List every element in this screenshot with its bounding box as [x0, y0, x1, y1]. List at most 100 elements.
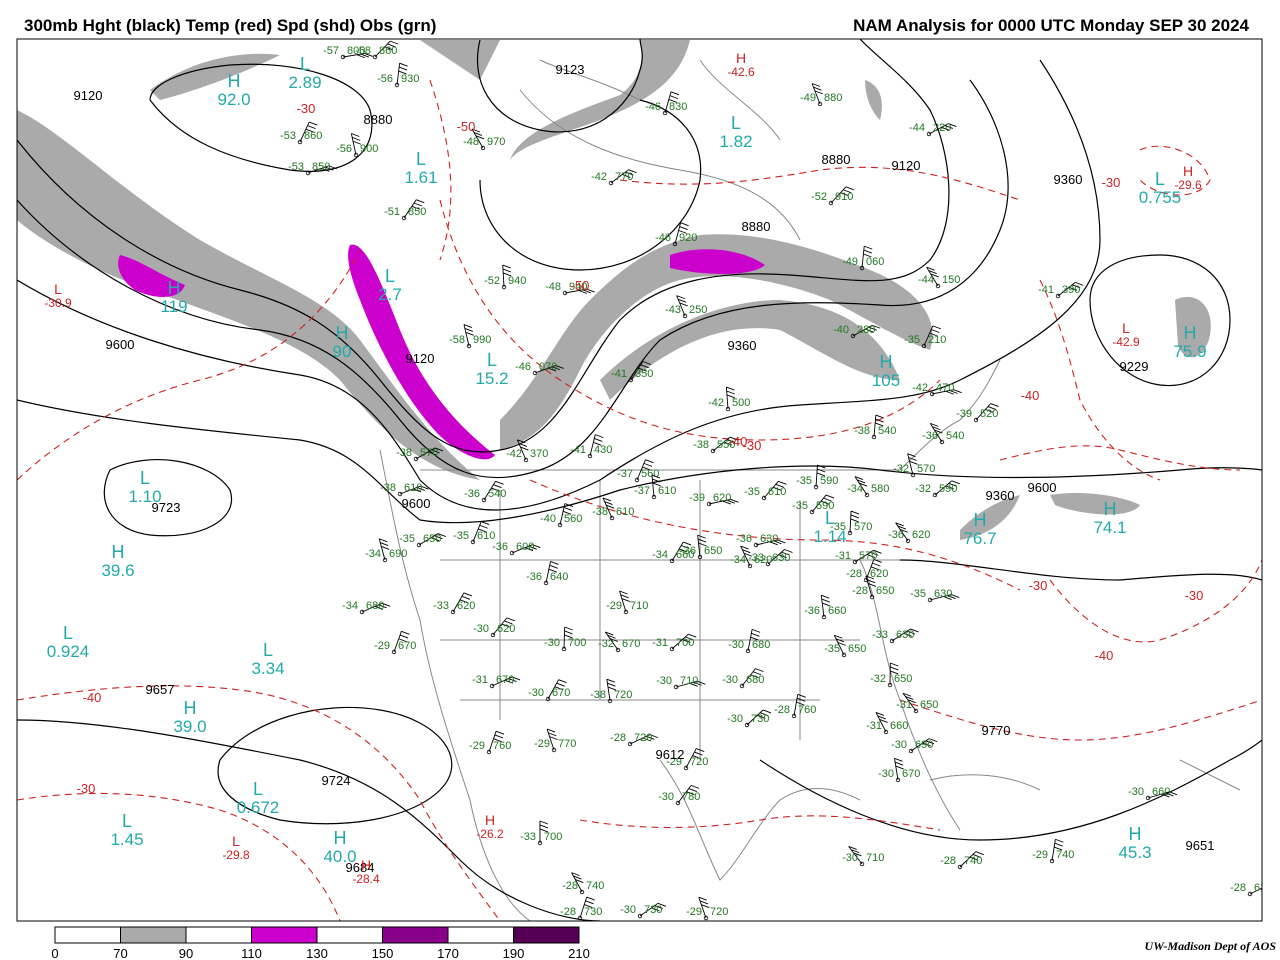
legend-swatch: [382, 926, 449, 944]
height-contour-label: 8880: [364, 112, 393, 127]
temperature-center-letter: L: [232, 833, 240, 849]
station-height: 920: [679, 232, 697, 244]
station-temperature: -30: [528, 687, 544, 699]
station-temperature: -29: [686, 906, 702, 918]
station-temperature: -30: [878, 768, 894, 780]
station-height: 710: [866, 852, 884, 864]
station-height: 630: [934, 588, 952, 600]
speed-center-value: 119: [160, 297, 187, 316]
station-height: 690: [389, 548, 407, 560]
station-temperature: -35: [910, 588, 926, 600]
station-temperature: -33: [520, 831, 536, 843]
speed-center-letter: L: [263, 640, 273, 660]
station-temperature: -29: [469, 740, 485, 752]
station-height: 670: [902, 768, 920, 780]
legend-tick-label: 110: [241, 946, 262, 960]
height-contour-label: 9600: [1028, 480, 1057, 495]
station-temperature: -42: [708, 397, 724, 409]
station-height: 650: [423, 533, 441, 545]
station-temperature: -31: [896, 699, 912, 711]
height-contour-label: 9360: [986, 488, 1015, 503]
station-temperature: -30: [620, 904, 636, 916]
station-temperature: -29: [1032, 849, 1048, 861]
station-plot: -53 850: [288, 161, 337, 176]
station-temperature: -35: [792, 500, 808, 512]
temperature-center-value: -26.2: [476, 827, 504, 841]
temperature-center-value: -29.8: [222, 848, 250, 862]
station-plot: -30 730: [620, 902, 667, 919]
speed-center-value: 39.6: [101, 561, 134, 580]
station-temperature: -36: [526, 571, 542, 583]
station-temperature: -41: [570, 444, 586, 456]
legend-tick-label: 70: [113, 946, 127, 960]
station-temperature: -30: [842, 852, 858, 864]
legend-swatch: [316, 926, 383, 944]
station-plot: -28 720: [610, 732, 659, 747]
speed-center-value: 40.0: [323, 847, 356, 866]
speed-center-value: 90: [333, 342, 352, 361]
station-height: 850: [312, 161, 330, 173]
station-temperature: -28: [774, 704, 790, 716]
station-height: 830: [669, 101, 687, 113]
speed-center-value: 75.9: [1173, 342, 1206, 361]
temperature-center-letter: H: [1183, 163, 1193, 179]
speed-center-letter: L: [63, 623, 73, 643]
station-temperature: -35: [824, 643, 840, 655]
station-plot: -33 630: [872, 628, 919, 644]
station-height: 620: [497, 623, 515, 635]
station-height: 990: [473, 334, 491, 346]
station-temperature: -36: [888, 529, 904, 541]
station-height: 520: [980, 408, 998, 420]
station-temperature: -33: [872, 629, 888, 641]
station-temperature: -32: [893, 463, 909, 475]
station-height: 760: [798, 704, 816, 716]
station-height: 740: [964, 855, 982, 867]
station-height: 280: [857, 324, 875, 336]
station-temperature: -44: [918, 274, 934, 286]
station-height: 590: [820, 475, 838, 487]
station-temperature: -40: [833, 324, 849, 336]
station-height: 720: [634, 732, 652, 744]
station-plot: -31 570: [835, 549, 882, 565]
height-contour-label: 9612: [656, 747, 685, 762]
height-contour-label: 9651: [1186, 838, 1215, 853]
station-temperature: -36: [804, 605, 820, 617]
station-temperature: -36: [680, 545, 696, 557]
station-temperature: -35: [744, 486, 760, 498]
station-temperature: -38: [592, 506, 608, 518]
speed-center-value: 1.61: [404, 168, 437, 187]
legend-swatch: [513, 926, 580, 944]
station-plot: -30 710: [656, 675, 706, 690]
station-height: 430: [594, 444, 612, 456]
speed-center-letter: H: [1184, 323, 1197, 343]
station-temperature: -31: [866, 720, 882, 732]
station-height: 860: [379, 45, 397, 57]
speed-center-letter: H: [184, 698, 197, 718]
station-temperature: -29: [606, 600, 622, 612]
station-height: 610: [404, 482, 422, 494]
station-temperature: -38: [396, 447, 412, 459]
station-height: 660: [1152, 786, 1170, 798]
station-temperature: -49: [800, 92, 816, 104]
speed-center-value: 39.0: [173, 717, 206, 736]
speed-center-value: 1.82: [719, 132, 752, 151]
station-height: 770: [615, 171, 633, 183]
height-contour-label: 9120: [892, 158, 921, 173]
station-height: 770: [558, 738, 576, 750]
station-temperature: -36: [464, 488, 480, 500]
station-temperature: -30: [473, 623, 489, 635]
station-temperature: -30: [544, 637, 560, 649]
station-temperature: -31: [472, 674, 488, 686]
station-height: 930: [401, 73, 419, 85]
station-temperature: -40: [540, 513, 556, 525]
station-height: 660: [828, 605, 846, 617]
station-temperature: -48: [545, 281, 561, 293]
station-height: 720: [690, 756, 708, 768]
station-height: 880: [824, 92, 842, 104]
station-plot: -30 690: [891, 738, 938, 754]
station-plot: -38 570: [396, 447, 444, 462]
station-temperature: -42: [506, 448, 522, 460]
station-height: 970: [487, 136, 505, 148]
station-temperature: -28: [562, 880, 578, 892]
station-height: 590: [939, 483, 957, 495]
